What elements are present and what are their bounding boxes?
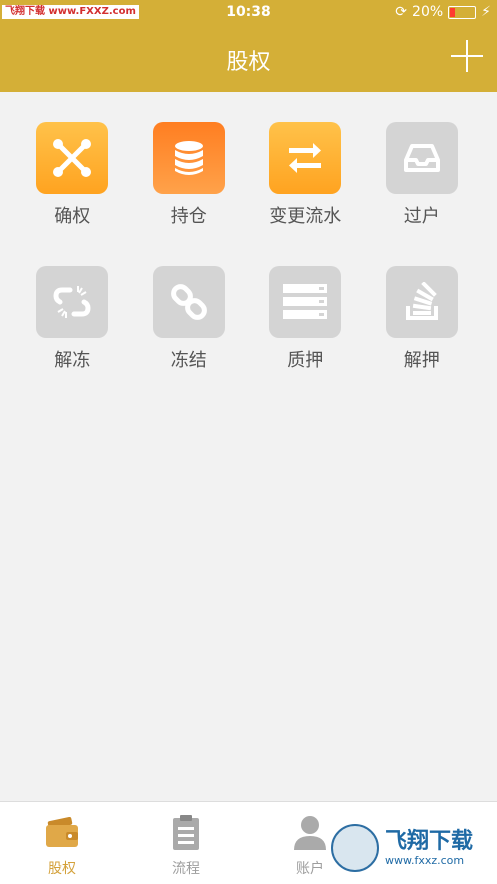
charging-icon: ⚡ [481,4,491,20]
watermark-sub: www.fxxz.com [385,853,465,867]
battery-icon [448,5,477,19]
grid-row-2: 解冻 冻结 质押 解押 [14,266,480,372]
grid-item-pledge[interactable]: 质押 [247,266,364,372]
chain-link-icon [152,266,225,338]
grid-item-label: 质押 [287,350,324,371]
server-stack-icon [269,266,342,338]
joomla-cross-icon [36,122,109,194]
watermark-text: 飞翔下载 www.fxxz.com [385,828,474,867]
watermark-logo-icon [331,824,379,872]
rotation-lock-icon: ⟳ [395,4,408,20]
grid-item-change-flow[interactable]: 变更流水 [247,122,364,228]
stack-overflow-icon [385,266,458,338]
inbox-tray-icon [385,122,458,194]
wallet-icon [0,812,124,854]
unlink-icon [36,266,109,338]
battery-percent: 20% [412,4,444,20]
battery-fill [450,7,455,17]
grid-item-unfreeze[interactable]: 解冻 [14,266,131,372]
clipboard-icon [124,812,248,854]
grid-item-holdings[interactable]: 持仓 [131,122,248,228]
grid-item-freeze[interactable]: 冻结 [131,266,248,372]
grid-item-label: 确权 [54,206,91,227]
grid-item-label: 变更流水 [269,206,342,227]
tab-process[interactable]: 流程 [124,812,248,878]
page-title: 股权 [226,50,271,75]
status-bar: 飞翔下载 www.FXXZ.com 10:38 ⟳ 20% ⚡ [0,0,497,24]
tab-label: 流程 [172,861,200,877]
grid-item-transfer[interactable]: 过户 [364,122,481,228]
grid-item-label: 解押 [403,350,440,371]
add-button[interactable] [449,38,485,74]
tab-bar: 股权 流程 账户 飞翔下载 www.fxxz.com [0,801,497,884]
function-grid: 确权 持仓 变更流水 过户 解冻 冻结 质押 解押 [14,122,480,410]
grid-item-release-pledge[interactable]: 解押 [364,266,481,372]
watermark-logo: 飞翔下载 www.fxxz.com [327,820,487,876]
grid-item-confirm-rights[interactable]: 确权 [14,122,131,228]
grid-row-1: 确权 持仓 变更流水 过户 [14,122,480,228]
grid-item-label: 冻结 [170,350,207,371]
tab-equity[interactable]: 股权 [0,812,124,878]
grid-item-label: 解冻 [54,350,91,371]
grid-item-label: 持仓 [170,206,207,227]
tab-label: 股权 [48,861,76,877]
status-right: ⟳ 20% ⚡ [395,4,491,20]
exchange-arrows-icon [269,122,342,194]
watermark-main: 飞翔下载 [385,828,474,854]
grid-item-label: 过户 [403,206,440,227]
database-icon [152,122,225,194]
app-header: 飞翔下载 www.FXXZ.com 10:38 ⟳ 20% ⚡ 股权 [0,0,497,92]
